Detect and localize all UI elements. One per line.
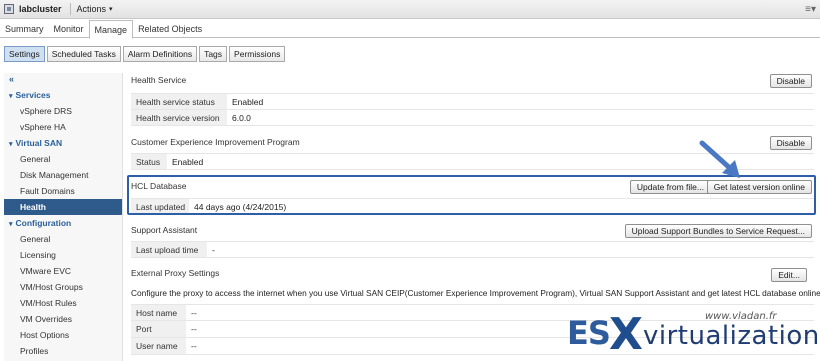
field-value: 6.0.0 — [232, 113, 251, 123]
sidebar-item-vsphere-drs[interactable]: vSphere DRS — [4, 103, 122, 119]
sidebar-item-disk-management[interactable]: Disk Management — [4, 167, 122, 183]
collapse-icon[interactable]: « — [4, 73, 122, 87]
section-label: Configuration — [15, 218, 72, 228]
watermark-virtualization: virtualization — [643, 321, 820, 351]
sidebar-section-virtual-san[interactable]: ▾ Virtual SAN — [4, 135, 122, 151]
sidebar-item-health[interactable]: Health — [4, 199, 122, 215]
field-label: Host name — [131, 305, 186, 320]
field-value: Enabled — [172, 157, 204, 167]
title-bar: labcluster Actions ▾ ≡▾ — [0, 0, 820, 19]
tab-tags[interactable]: Tags — [199, 46, 228, 62]
sidebar-item-vm-overrides[interactable]: VM Overrides — [4, 311, 122, 327]
sidebar-item-vsphere-ha[interactable]: vSphere HA — [4, 119, 122, 135]
secondary-tabs: Settings Scheduled Tasks Alarm Definitio… — [4, 46, 287, 62]
upload-support-bundles-button[interactable]: Upload Support Bundles to Service Reques… — [624, 224, 812, 238]
chevron-down-icon: ▾ — [9, 221, 13, 228]
sidebar-item-vsan-general[interactable]: General — [4, 151, 122, 167]
chevron-down-icon: ▾ — [9, 141, 13, 148]
field-value: -- — [191, 308, 197, 318]
tab-monitor[interactable]: Monitor — [49, 20, 89, 38]
table-row: Last upload time - — [131, 242, 814, 258]
proxy-settings-section: External Proxy Settings Edit... Configur… — [131, 266, 820, 355]
sidebar-item-fault-domains[interactable]: Fault Domains — [4, 183, 122, 199]
esx-virtualization-watermark: www.vladan.fr ES X virtualization — [567, 309, 820, 361]
sidebar-item-vmware-evc[interactable]: VMware EVC — [4, 263, 122, 279]
sidebar-section-services[interactable]: ▾ Services — [4, 87, 122, 103]
tab-settings[interactable]: Settings — [4, 46, 45, 62]
proxy-description: Configure the proxy to access the intern… — [131, 288, 820, 298]
section-title: Health Service — [131, 75, 187, 85]
cluster-icon — [4, 4, 14, 14]
health-service-section: Health Service Disable Health service st… — [131, 73, 814, 126]
sidebar-section-configuration[interactable]: ▾ Configuration — [4, 215, 122, 231]
support-assistant-section: Support Assistant Upload Support Bundles… — [131, 223, 814, 258]
section-label: Virtual SAN — [15, 138, 63, 148]
sidebar-item-vm-host-groups[interactable]: VM/Host Groups — [4, 279, 122, 295]
primary-tabs: Summary Monitor Manage Related Objects — [0, 20, 820, 39]
field-label: Health service version — [131, 110, 227, 125]
table-row: Health service version 6.0.0 — [131, 110, 814, 126]
field-label: Health service statusi — [131, 94, 227, 124]
section-title: External Proxy Settings — [131, 268, 220, 278]
tab-alarm-definitions[interactable]: Alarm Definitions — [122, 46, 198, 62]
settings-sidebar: « ▾ Services vSphere DRS vSphere HA ▾ Virt… — [4, 73, 123, 361]
disable-health-button[interactable]: Disable — [769, 74, 812, 88]
menu-icon[interactable]: ≡▾ — [805, 4, 816, 15]
sidebar-item-profiles[interactable]: Profiles — [4, 343, 122, 359]
field-label: User name — [131, 338, 186, 354]
actions-menu[interactable]: Actions ▾ — [77, 4, 113, 14]
title-separator — [69, 3, 71, 15]
actions-label: Actions — [76, 4, 107, 14]
tab-scheduled-tasks[interactable]: Scheduled Tasks — [46, 46, 121, 62]
field-label: Last upload time — [131, 242, 207, 257]
hcl-highlight-box — [127, 175, 816, 215]
watermark-x: X — [609, 309, 643, 360]
field-value: -- — [191, 341, 197, 351]
object-title: labcluster — [19, 4, 62, 14]
field-value: - — [212, 245, 215, 255]
tab-related-objects[interactable]: Related Objects — [133, 20, 207, 38]
sidebar-item-host-options[interactable]: Host Options — [4, 327, 122, 343]
tab-summary[interactable]: Summary — [0, 20, 49, 38]
sidebar-item-config-general[interactable]: General — [4, 231, 122, 247]
disable-ceip-button[interactable]: Disable — [769, 136, 812, 150]
sidebar-item-licensing[interactable]: Licensing — [4, 247, 122, 263]
field-value: Enabled — [232, 97, 264, 107]
section-label: Services — [15, 90, 51, 100]
tab-manage[interactable]: Manage — [88, 20, 134, 39]
field-label: Status — [131, 154, 167, 169]
field-label: Port — [131, 321, 186, 337]
tab-permissions[interactable]: Permissions — [229, 46, 286, 62]
edit-proxy-button[interactable]: Edit... — [771, 268, 807, 282]
chevron-down-icon: ▾ — [9, 93, 13, 100]
chevron-down-icon: ▾ — [109, 6, 113, 13]
field-value: -- — [191, 324, 197, 334]
watermark-es: ES — [567, 314, 611, 352]
table-row: Health service statusi Enabled — [131, 94, 814, 124]
sidebar-item-vm-host-rules[interactable]: VM/Host Rules — [4, 295, 122, 311]
health-service-table: Health service statusi Enabled Health se… — [131, 93, 814, 126]
annotation-arrow-icon — [699, 140, 740, 178]
support-table: Last upload time - — [131, 241, 814, 258]
